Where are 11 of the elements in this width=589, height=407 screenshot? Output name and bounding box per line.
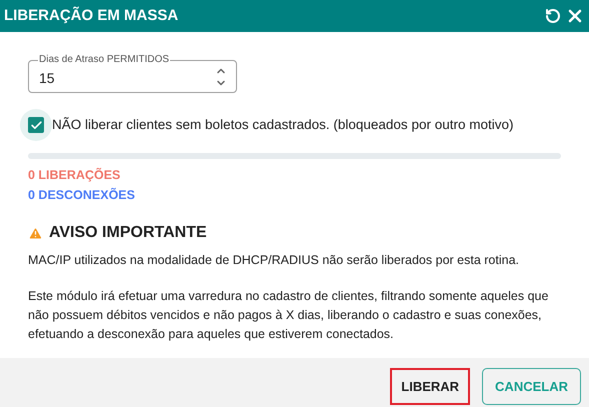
count-label: 0 DESCONEXÕES [28,187,136,203]
count-label: 0 LIBERAÇÕES [28,167,122,183]
warning-text: Este módulo irá efetuar uma varredura no cadastro de clientes, filtrando somente aqueles que não possuem débitos vencidos e não pagos à X dias, liberando o cadastro e suas conexões, efetuando a desconexão para aqueles que estiverem conectados. [28,288,550,343]
reset-icon[interactable] [545,8,561,24]
release-button[interactable]: LIBERAR [390,368,470,405]
warning-icon [28,226,43,240]
window-title: LIBERAÇÃO EM MASSA [4,6,180,26]
warning-title: AVISO IMPORTANTE [49,223,207,243]
checkbox[interactable] [28,117,44,133]
checkbox-label: NÃO liberar clientes sem boletos cadastrados. (bloqueados por outro motivo) [52,116,514,134]
warning-text: MAC/IP utilizados na modalidade de DHCP/RADIUS não serão liberados por esta rotina. [28,252,520,269]
